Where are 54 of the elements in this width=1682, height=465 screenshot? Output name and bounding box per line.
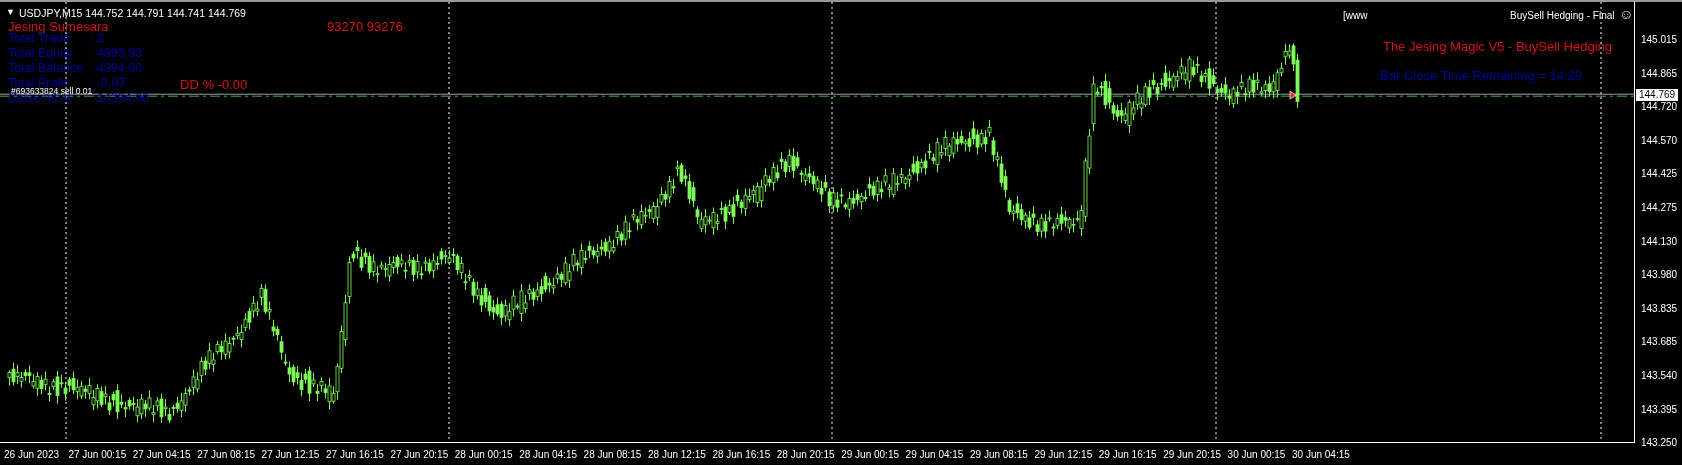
price-label: 143.835 xyxy=(1641,303,1678,314)
price-label: 143.395 xyxy=(1641,404,1678,415)
time-label: 28 Jun 20:15 xyxy=(776,450,835,460)
time-label: 27 Jun 04:15 xyxy=(132,450,191,460)
time-label: 28 Jun 08:15 xyxy=(583,450,642,460)
chart-header: USDJPY,M15 144.752 144.791 144.741 144.769 xyxy=(19,8,246,19)
time-label: 27 Jun 16:15 xyxy=(326,450,384,460)
time-label: 28 Jun 12:15 xyxy=(648,450,706,460)
time-label: 29 Jun 00:15 xyxy=(841,450,899,460)
price-label: 143.980 xyxy=(1641,270,1678,281)
time-label: 29 Jun 16:15 xyxy=(1098,450,1157,460)
stat-value: : 4394.00 xyxy=(90,62,144,74)
time-label: 26 Jun 2023 xyxy=(4,450,60,460)
ticket-numbers: 93270 93276 xyxy=(327,20,403,33)
stat-value: : 4393.93 xyxy=(90,47,144,59)
time-label: 28 Jun 16:15 xyxy=(712,450,771,460)
price-label: 144.130 xyxy=(1641,236,1678,247)
arrow-icon xyxy=(1289,90,1297,100)
time-label: 27 Jun 08:15 xyxy=(197,450,255,460)
stat-label: Total Trade xyxy=(8,32,71,44)
price-label: 143.250 xyxy=(1641,438,1678,449)
price-label: 144.570 xyxy=(1641,135,1678,146)
owner-name: Jesing Sumesara xyxy=(8,20,109,33)
time-label: 29 Jun 20:15 xyxy=(1163,450,1221,460)
time-label: 29 Jun 12:15 xyxy=(1034,450,1093,460)
time-label: 29 Jun 08:15 xyxy=(970,450,1028,460)
drawdown-text: DD % -0.00 xyxy=(180,78,248,91)
time-label: 27 Jun 00:15 xyxy=(68,450,127,460)
time-label: 27 Jun 20:15 xyxy=(390,450,449,460)
time-label: 29 Jun 04:15 xyxy=(905,450,964,460)
stat-value: : -0.07 xyxy=(90,77,127,89)
price-label: 143.685 xyxy=(1641,337,1678,348)
stat-value: : 2 xyxy=(90,32,105,44)
price-label: 144.720 xyxy=(1641,102,1678,113)
bar-timer: Bar Close Time Remaining = 14:29 xyxy=(1380,69,1582,82)
ea-title: The Jesing Magic V5 - BuySell Hedging xyxy=(1382,40,1612,53)
time-label: 30 Jun 04:15 xyxy=(1292,450,1350,460)
price-label: 145.015 xyxy=(1641,35,1678,45)
current-price: 144.769 xyxy=(1636,89,1679,102)
collapse-arrow[interactable]: ▼ xyxy=(6,8,15,17)
time-label: 28 Jun 00:15 xyxy=(454,450,513,460)
price-label: 144.275 xyxy=(1641,203,1678,213)
time-label: 27 Jun 12:15 xyxy=(261,450,320,460)
time-label: 28 Jun 04:15 xyxy=(519,450,577,460)
stat-label: Total Equity xyxy=(8,47,74,59)
price-label: 144.865 xyxy=(1641,68,1678,79)
smiley-icon[interactable]: ☺ xyxy=(1619,7,1634,21)
expert-name: BuySell Hedging - Final xyxy=(1510,11,1615,21)
price-label: 144.425 xyxy=(1641,169,1678,180)
expert-prefix: [www xyxy=(1343,11,1368,21)
time-label: 30 Jun 00:15 xyxy=(1227,450,1286,460)
stat-label: Total Profit xyxy=(8,77,68,89)
stat-label: Total Balance xyxy=(8,62,85,74)
price-label: 143.540 xyxy=(1641,371,1678,381)
